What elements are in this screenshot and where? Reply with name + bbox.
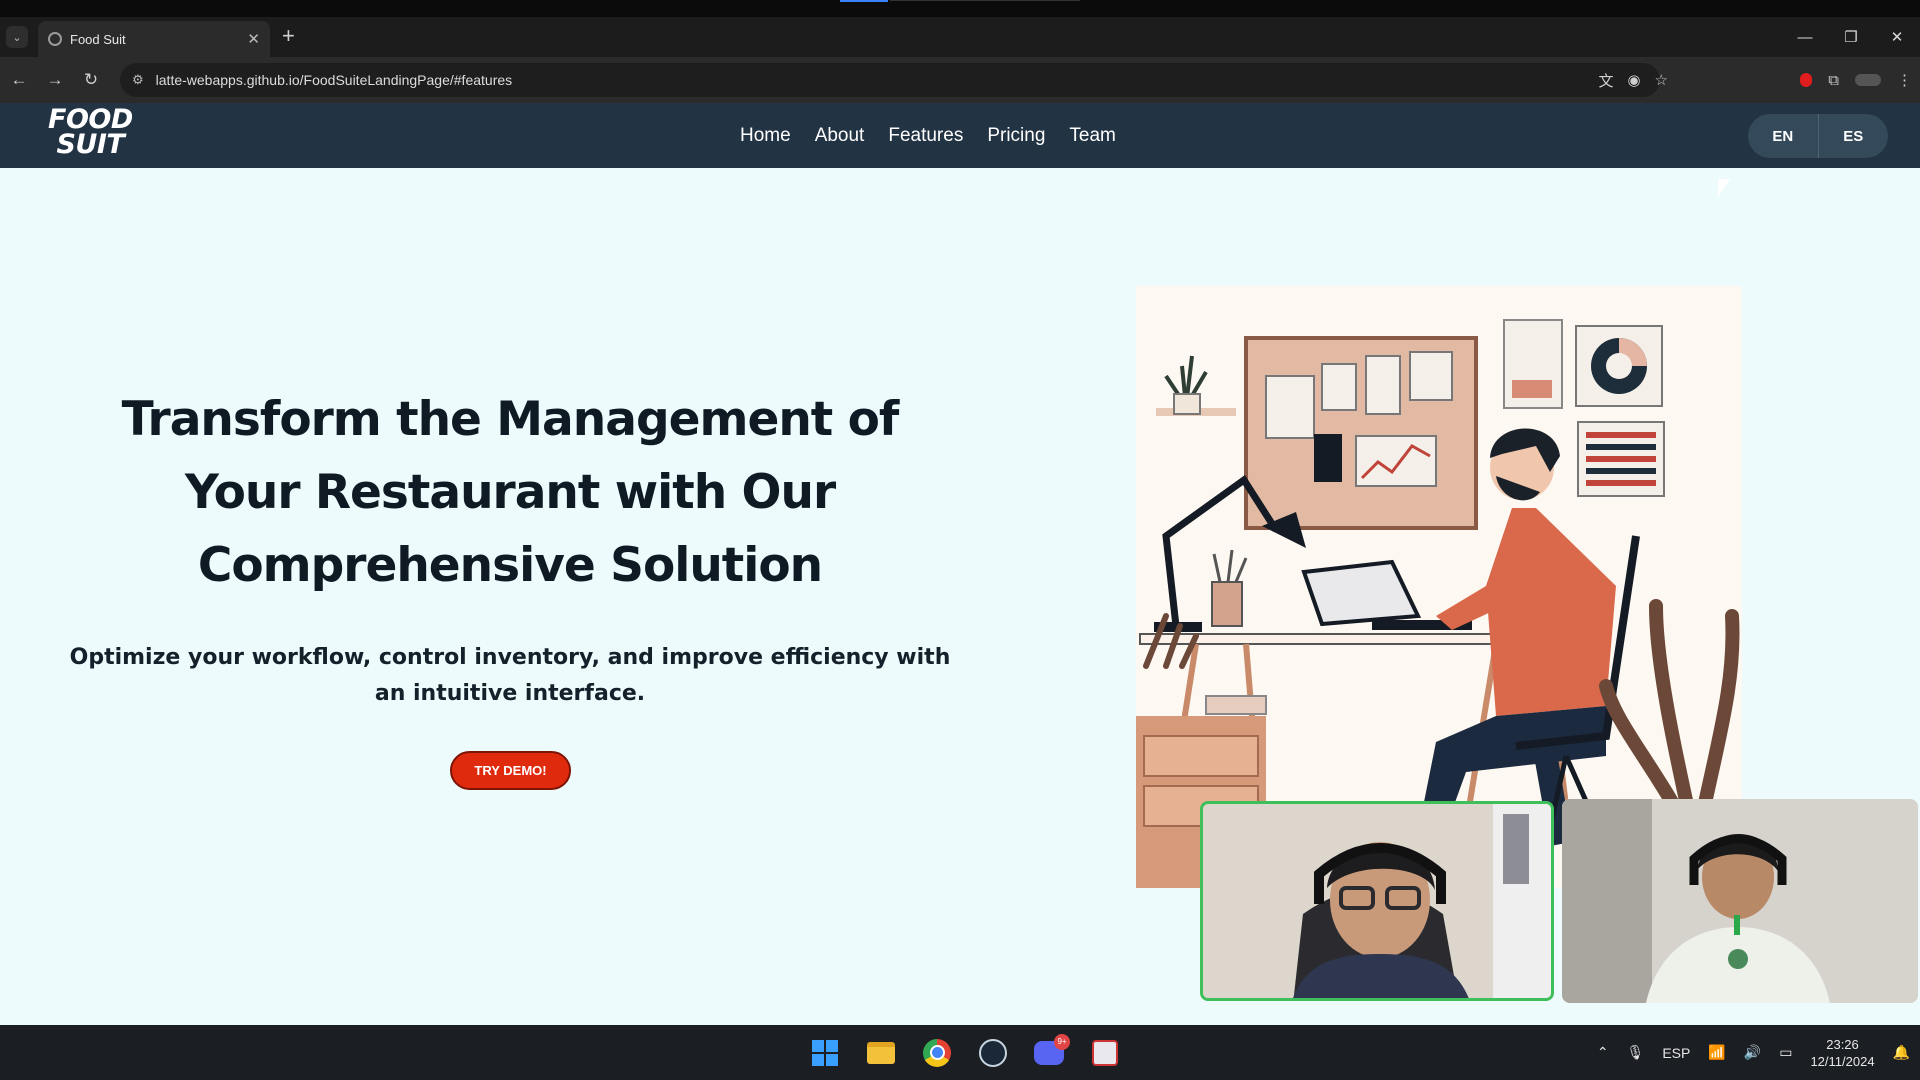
nav-pricing[interactable]: Pricing	[987, 125, 1045, 147]
close-icon[interactable]: ✕	[247, 30, 260, 48]
windows-taskbar: 9+ ⌃ 🎙 ESP 📶 🔊 ▭ 23:26 12/11/2024 🔔	[0, 1025, 1920, 1080]
hero-illustration	[1136, 286, 1742, 888]
chevron-down-icon[interactable]: ⌄	[6, 26, 28, 48]
hero-subtitle: Optimize your workflow, control inventor…	[69, 645, 951, 706]
clock[interactable]: 23:26 12/11/2024	[1810, 1036, 1874, 1070]
puzzle-icon[interactable]: ⧉	[1828, 72, 1839, 89]
landing-page: FOOD SUIT Home About Features Pricing Te…	[0, 103, 1920, 1025]
address-bar[interactable]: ⚙ latte-webapps.github.io/FoodSuiteLandi…	[120, 63, 1660, 97]
input-language[interactable]: ESP	[1662, 1045, 1690, 1061]
chrome-icon[interactable]	[920, 1036, 954, 1070]
clock-time: 23:26	[1826, 1036, 1859, 1052]
discord-badge: 9+	[1054, 1033, 1070, 1050]
battery-icon[interactable]: ▭	[1779, 1044, 1792, 1061]
recording-icon[interactable]	[1800, 73, 1813, 87]
back-icon[interactable]: ←	[2, 70, 36, 90]
clock-date: 12/11/2024	[1810, 1053, 1875, 1069]
discord-icon[interactable]: 9+	[1032, 1033, 1070, 1070]
language-switcher: EN ES	[1748, 114, 1888, 158]
snipping-tool-icon[interactable]	[1088, 1036, 1122, 1070]
nav-about[interactable]: About	[815, 125, 865, 147]
restore-icon[interactable]: ❐	[1828, 28, 1874, 46]
url-text[interactable]: latte-webapps.github.io/FoodSuiteLanding…	[156, 72, 512, 88]
windows-start-icon[interactable]	[808, 1036, 842, 1070]
share-indicator	[840, 0, 888, 2]
close-window-icon[interactable]: ✕	[1874, 28, 1920, 46]
steam-icon[interactable]	[976, 1036, 1010, 1070]
site-navbar: FOOD SUIT Home About Features Pricing Te…	[0, 103, 1920, 168]
nav-links: Home About Features Pricing Team	[740, 103, 1116, 168]
more-vertical-icon[interactable]: ⋮	[1897, 71, 1912, 89]
window-controls: — ❐ ✕	[1782, 17, 1920, 57]
screen-share-bar	[0, 0, 1920, 17]
toolbar-right: ⧉ ⋮	[1800, 57, 1920, 103]
translate-icon[interactable]: 文	[1598, 70, 1613, 91]
nav-team[interactable]: Team	[1069, 125, 1115, 147]
notification-icon[interactable]: 🔔	[1893, 1044, 1910, 1061]
taskbar-apps: 9+	[808, 1025, 1122, 1080]
tab-title: Food Suit	[70, 31, 126, 47]
browser-toolbar: ← → ↻ ⚙ latte-webapps.github.io/FoodSuit…	[0, 57, 1920, 103]
system-tray: ⌃ 🎙 ESP 📶 🔊 ▭ 23:26 12/11/2024 🔔	[1597, 1025, 1910, 1080]
microphone-icon[interactable]: 🎙	[1627, 1044, 1645, 1061]
minimize-icon[interactable]: —	[1782, 29, 1828, 46]
wifi-icon[interactable]: 📶	[1708, 1044, 1725, 1061]
volume-icon[interactable]: 🔊	[1744, 1044, 1761, 1061]
office-illustration	[1136, 286, 1742, 888]
globe-icon	[48, 32, 62, 46]
browser-tab[interactable]: Food Suit ✕	[38, 21, 270, 57]
participant-1-video	[1203, 804, 1551, 998]
mouse-cursor-icon	[1718, 179, 1730, 197]
nav-home[interactable]: Home	[740, 125, 791, 147]
video-tile-participant-2[interactable]	[1562, 799, 1918, 1003]
reload-icon[interactable]: ↻	[74, 70, 108, 90]
participant-2-video	[1562, 799, 1918, 1003]
hero-title: Transform the Management of Your Restaur…	[121, 392, 900, 593]
try-demo-button[interactable]: TRY DEMO!	[450, 751, 571, 790]
avatar[interactable]	[1855, 74, 1881, 86]
lang-en-button[interactable]: EN	[1748, 114, 1818, 158]
file-explorer-icon[interactable]	[864, 1036, 898, 1070]
chevron-up-icon[interactable]: ⌃	[1597, 1044, 1609, 1061]
site-logo[interactable]: FOOD SUIT	[48, 106, 133, 158]
lang-es-button[interactable]: ES	[1817, 114, 1889, 158]
star-icon[interactable]: ☆	[1655, 71, 1668, 89]
address-bar-actions: 文 ◉ ☆	[1598, 63, 1668, 97]
video-tile-participant-1[interactable]	[1200, 801, 1554, 1001]
nav-features[interactable]: Features	[888, 125, 963, 147]
eye-off-icon[interactable]: ◉	[1627, 71, 1640, 89]
tab-strip: ⌄ Food Suit ✕ + — ❐ ✕	[0, 17, 1920, 57]
plus-icon[interactable]: +	[282, 25, 295, 47]
tune-icon[interactable]: ⚙	[132, 72, 144, 88]
forward-icon[interactable]: →	[38, 70, 72, 90]
